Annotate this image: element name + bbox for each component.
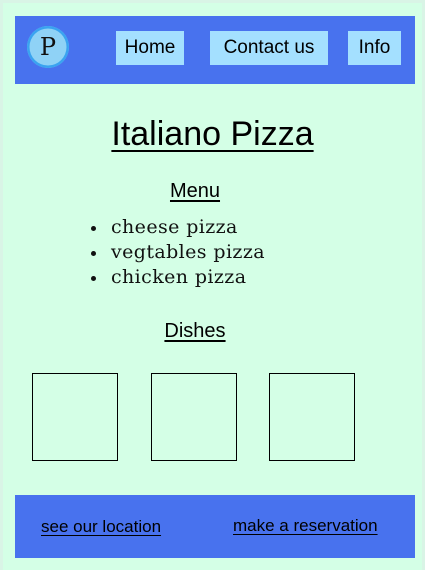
nav-info-button[interactable]: Info	[348, 31, 401, 65]
logo-letter: P	[39, 33, 57, 61]
menu-list: cheese pizza vegtables pizza chicken piz…	[89, 215, 265, 290]
page: P Home Contact us Info Italiano Pizza Me…	[3, 3, 422, 570]
nav-home-button[interactable]: Home	[116, 31, 184, 65]
menu-item: vegtables pizza	[89, 240, 265, 265]
menu-item: chicken pizza	[89, 265, 265, 290]
nav-contact-button[interactable]: Contact us	[210, 31, 328, 65]
make-reservation-link[interactable]: make a reservation	[233, 516, 378, 536]
logo-icon[interactable]: P	[27, 26, 69, 68]
menu-item: cheese pizza	[89, 215, 265, 240]
page-title: Italiano Pizza	[111, 115, 314, 153]
navbar: P Home Contact us Info	[15, 16, 415, 84]
footer: see our location make a reservation	[15, 495, 415, 558]
see-location-link[interactable]: see our location	[41, 517, 161, 537]
dish-image-placeholder	[269, 373, 355, 461]
dish-image-placeholder	[151, 373, 237, 461]
menu-heading: Menu	[169, 180, 221, 202]
dishes-heading: Dishes	[164, 320, 226, 342]
dish-image-placeholder	[32, 373, 118, 461]
